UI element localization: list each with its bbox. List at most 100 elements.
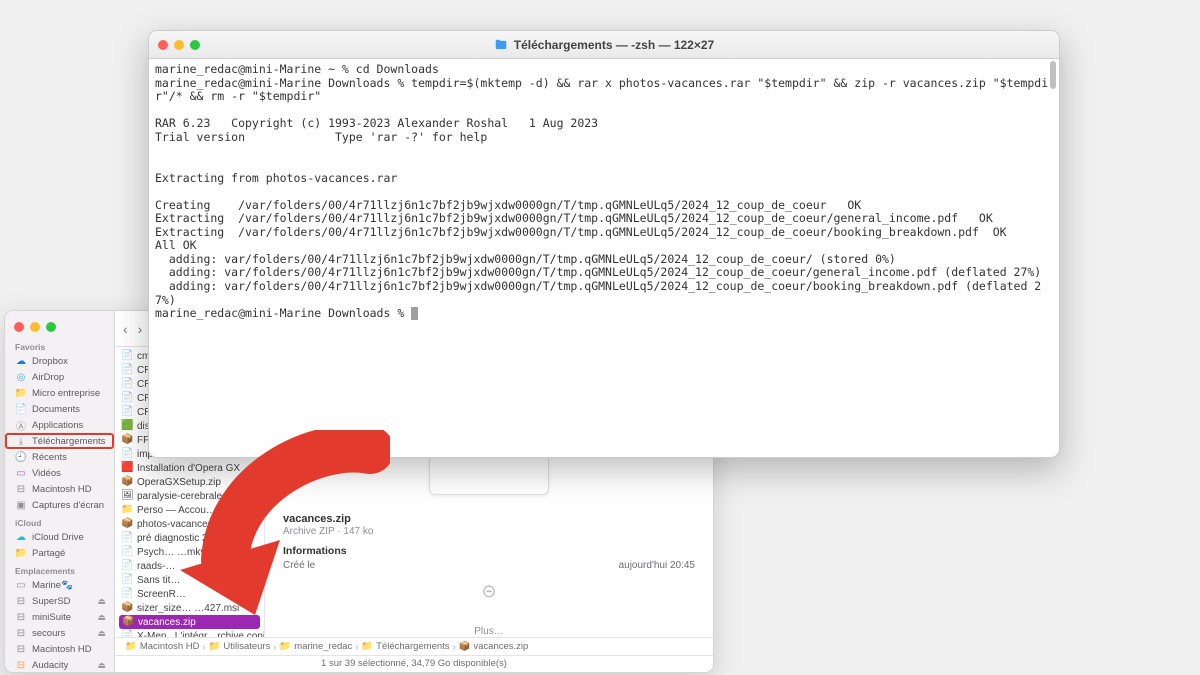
sidebar-item-secours[interactable]: ⊟secours⏏ — [5, 625, 114, 641]
path-segment[interactable]: Macintosh HD — [140, 641, 200, 652]
file-row[interactable]: 📦OperaGXSetup.zip — [115, 475, 264, 489]
sidebar-item-supersd[interactable]: ⊟SuperSD⏏ — [5, 593, 114, 609]
sidebar-item-label: Marine🐾 — [32, 580, 73, 591]
sidebar-item-apps[interactable]: ⒶApplications — [5, 417, 114, 433]
marine-icon: ▭ — [15, 579, 27, 591]
recents-icon: 🕘 — [15, 451, 27, 463]
sidebar-section-title: Emplacements — [5, 561, 114, 577]
file-icon: 📦 — [121, 518, 133, 530]
sidebar-item-dropbox[interactable]: ☁︎Dropbox — [5, 353, 114, 369]
folder-icon: 📁 — [279, 641, 291, 652]
sidebar-item-label: Téléchargements — [32, 436, 105, 447]
sidebar-item-audacity[interactable]: ⊟Audacity⏏ — [5, 657, 114, 672]
apps-icon: Ⓐ — [15, 419, 27, 431]
sidebar-item-iclouddrive[interactable]: ☁︎ iCloud Drive — [5, 529, 114, 545]
sidebar-item-recents[interactable]: 🕘Récents — [5, 449, 114, 465]
terminal-line: adding: var/folders/00/4r71llzj6n1c7bf2j… — [155, 280, 1053, 307]
sidebar-item-label: Macintosh HD — [32, 644, 92, 655]
sidebar-item-micro[interactable]: 📁Micro entreprise — [5, 385, 114, 401]
preview-more-link[interactable]: Plus… — [283, 626, 695, 637]
file-icon: 📄 — [121, 588, 133, 600]
nav-back-icon[interactable]: ‹ — [123, 321, 128, 337]
scrollbar-thumb[interactable] — [1050, 61, 1056, 89]
file-row[interactable]: 🖼paralysie-cerebrale.jpg — [115, 489, 264, 503]
terminal-line: Extracting /var/folders/00/4r71llzj6n1c7… — [155, 212, 1053, 226]
file-row[interactable]: 📦sizer_size… …427.msi — [115, 601, 264, 615]
preview-ellipsis-icon[interactable]: ⊝ — [283, 581, 695, 602]
file-row[interactable]: 📄 Sans tit… — [115, 573, 264, 587]
downloads-icon: ⤓ — [15, 435, 27, 447]
supersd-icon: ⊟ — [15, 595, 27, 607]
terminal-prompt[interactable]: marine_redac@mini-Marine Downloads % — [155, 307, 1053, 321]
path-segment[interactable]: marine_redac — [294, 641, 352, 652]
sidebar-item-label: Vidéos — [32, 468, 61, 479]
sidebar-item-label: miniSuite — [32, 612, 71, 623]
preview-subtitle: Archive ZIP · 147 ko — [283, 526, 695, 537]
sidebar-item-label: iCloud Drive — [32, 532, 84, 543]
file-row[interactable]: 📁Perso — Accou…ord Acc… — [115, 503, 264, 517]
eject-icon[interactable]: ⏏ — [97, 596, 106, 607]
chevron-right-icon: › — [453, 642, 456, 652]
file-label: Sans tit… — [137, 575, 180, 586]
file-icon: 🖼 — [121, 490, 133, 502]
path-segment[interactable]: vacances.zip — [473, 641, 528, 652]
file-label: Perso — Accou…ord Acc… — [137, 505, 259, 516]
path-segment[interactable]: Téléchargements — [376, 641, 449, 652]
terminal-line: RAR 6.23 Copyright (c) 1993-2023 Alexand… — [155, 117, 1053, 131]
file-icon: 📦 — [122, 616, 134, 628]
minisuite-icon: ⊟ — [15, 611, 27, 623]
terminal-line: adding: var/folders/00/4r71llzj6n1c7bf2j… — [155, 253, 1053, 267]
eject-icon[interactable]: ⏏ — [97, 612, 106, 623]
iclouddrive-icon: ☁︎ — [15, 531, 27, 543]
sidebar-item-airdrop[interactable]: ◎AirDrop — [5, 369, 114, 385]
terminal-line: All OK — [155, 239, 1053, 253]
file-row[interactable]: 📄ScreenR… — [115, 587, 264, 601]
sidebar-item-captures[interactable]: ▣ Captures d'écran — [5, 497, 114, 513]
sidebar-item-machd[interactable]: ⊟Macintosh HD — [5, 481, 114, 497]
sidebar-item-machd2[interactable]: ⊟Macintosh HD — [5, 641, 114, 657]
eject-icon[interactable]: ⏏ — [97, 628, 106, 639]
terminal-output[interactable]: marine_redac@mini-Marine ~ % cd Download… — [149, 59, 1059, 457]
micro-icon: 📁 — [15, 387, 27, 399]
terminal-window[interactable]: Téléchargements — -zsh — 122×27 marine_r… — [148, 30, 1060, 458]
file-row[interactable]: 🟥Installation d'Opera GX — [115, 461, 264, 475]
eject-icon[interactable]: ⏏ — [97, 660, 106, 671]
sidebar-item-downloads[interactable]: ⤓ Téléchargements — [5, 433, 114, 449]
file-icon: 📦 — [121, 476, 133, 488]
terminal-line — [155, 158, 1053, 172]
finder-pathbar[interactable]: 📁 Macintosh HD›📁 Utilisateurs›📁 marine_r… — [115, 637, 713, 655]
file-icon: 📄 — [121, 560, 133, 572]
file-label: sizer_size… …427.msi — [137, 603, 239, 614]
archive-icon: 📦 — [459, 641, 471, 652]
path-segment[interactable]: Utilisateurs — [223, 641, 270, 652]
sidebar-item-documents[interactable]: 📄Documents — [5, 401, 114, 417]
sidebar-item-label: Documents — [32, 404, 80, 415]
file-row[interactable]: 📦photos-vacances.ra… — [115, 517, 264, 531]
captures-icon: ▣ — [15, 499, 27, 511]
sidebar-item-videos[interactable]: ▭Vidéos — [5, 465, 114, 481]
file-row[interactable]: 📄Psych… …mkv — [115, 545, 264, 559]
folder-icon: 📁 — [361, 641, 373, 652]
file-icon: 📄 — [121, 574, 133, 586]
file-row[interactable]: 📄pré diagnostic 2… — [115, 531, 264, 545]
file-row[interactable]: 📄raads-… — [115, 559, 264, 573]
sidebar-item-partage[interactable]: 📁Partagé — [5, 545, 114, 561]
folder-icon — [494, 38, 508, 52]
sidebar-item-marine[interactable]: ▭ Marine🐾 — [5, 577, 114, 593]
nav-forward-icon[interactable]: › — [138, 321, 143, 337]
terminal-titlebar: Téléchargements — -zsh — 122×27 — [149, 31, 1059, 59]
preview-info-heading: Informations — [283, 545, 695, 557]
file-icon: 📦 — [121, 434, 133, 446]
file-row[interactable]: 📦 vacances.zip — [119, 615, 260, 629]
sidebar-item-label: AirDrop — [32, 372, 64, 383]
terminal-line: Extracting /var/folders/00/4r71llzj6n1c7… — [155, 226, 1053, 240]
finder-traffic-lights — [5, 315, 114, 337]
zoom-icon[interactable] — [46, 322, 56, 332]
sidebar-item-label: Captures d'écran — [32, 500, 104, 511]
file-icon: 📄 — [121, 630, 133, 637]
file-row[interactable]: 📄X-Men_ L'intégr…rchive copie.cbr — [115, 629, 264, 637]
close-icon[interactable] — [14, 322, 24, 332]
minimize-icon[interactable] — [30, 322, 40, 332]
sidebar-item-minisuite[interactable]: ⊟ miniSuite ⏏ — [5, 609, 114, 625]
file-label: vacances.zip — [138, 617, 196, 628]
